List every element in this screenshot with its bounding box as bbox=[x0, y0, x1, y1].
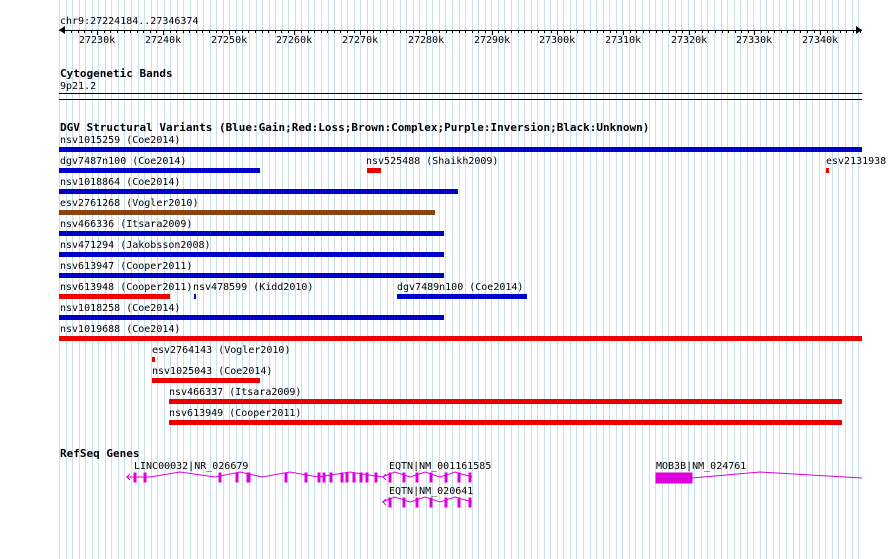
gene-model-eqtn-1[interactable] bbox=[381, 471, 473, 483]
gene-model-eqtn-2[interactable] bbox=[381, 496, 473, 508]
gene-models bbox=[126, 471, 863, 508]
gene-model-linc00032[interactable] bbox=[126, 471, 383, 483]
gene-model-mob3b[interactable] bbox=[655, 471, 863, 484]
